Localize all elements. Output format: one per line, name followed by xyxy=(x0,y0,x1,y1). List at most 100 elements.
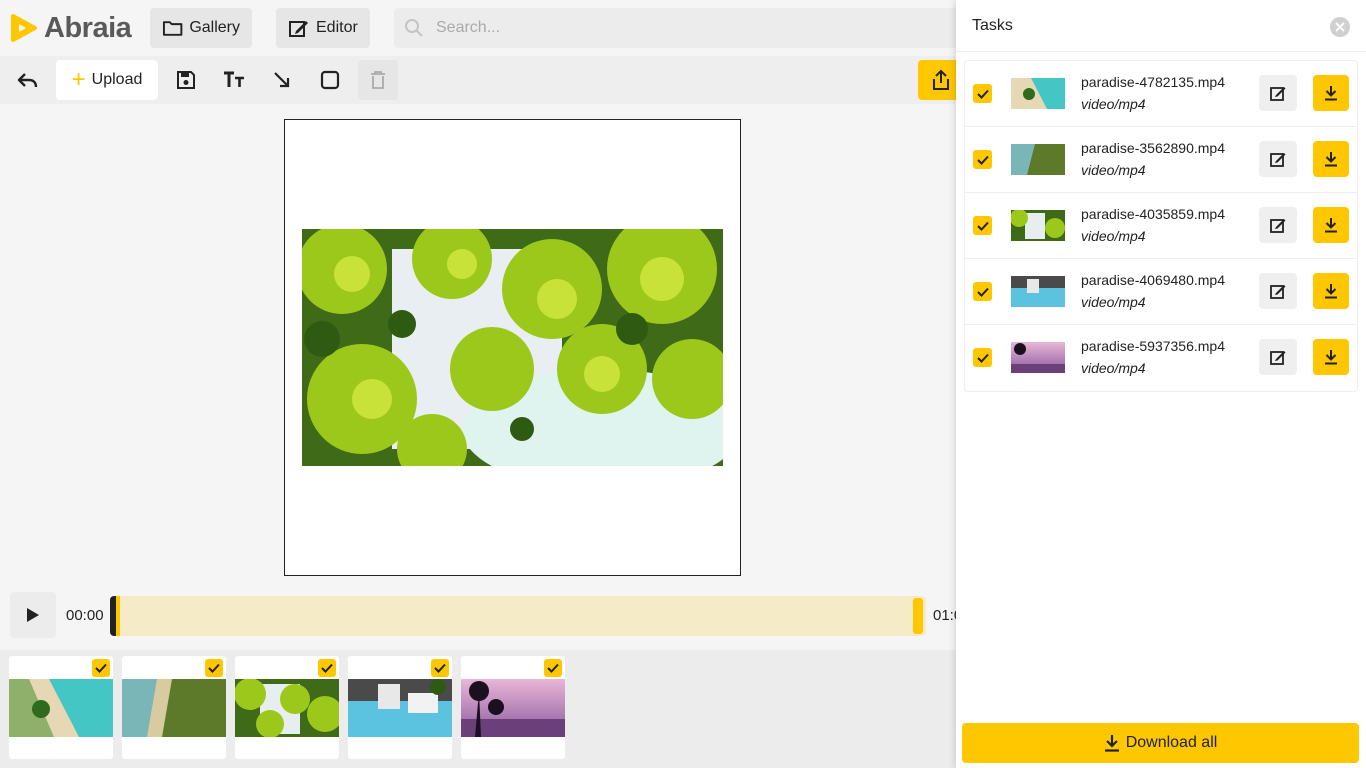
task-row: paradise-4035859.mp4 video/mp4 xyxy=(965,193,1357,259)
upload-button[interactable]: + Upload xyxy=(56,60,158,100)
task-checkbox[interactable] xyxy=(973,150,992,169)
timeline-track[interactable] xyxy=(110,596,926,636)
folder-icon xyxy=(162,21,183,36)
strip-thumb-4[interactable] xyxy=(348,656,452,759)
task-checkbox[interactable] xyxy=(973,84,992,103)
check-icon xyxy=(976,353,989,363)
undo-button[interactable] xyxy=(8,60,48,100)
task-filetype: video/mp4 xyxy=(1081,360,1146,376)
task-filetype: video/mp4 xyxy=(1081,96,1146,112)
close-panel-button[interactable] xyxy=(1330,17,1350,37)
download-all-button[interactable]: Download all xyxy=(962,723,1359,763)
search-icon xyxy=(405,19,423,37)
palms-thumbnail xyxy=(235,679,339,737)
task-checkbox[interactable] xyxy=(973,282,992,301)
download-icon xyxy=(1325,350,1337,365)
resort-thumbnail xyxy=(348,679,452,737)
task-filetype: video/mp4 xyxy=(1081,162,1146,178)
edit-task-button[interactable] xyxy=(1259,75,1297,111)
trim-end-handle[interactable] xyxy=(913,598,923,634)
edit-icon xyxy=(1270,87,1286,101)
strip-thumb-2[interactable] xyxy=(122,656,226,759)
task-filename: paradise-4069480.mp4 xyxy=(1081,272,1225,288)
download-icon xyxy=(1325,284,1337,299)
check-icon xyxy=(321,663,333,673)
download-task-button[interactable] xyxy=(1313,207,1349,243)
task-filename: paradise-4035859.mp4 xyxy=(1081,206,1225,222)
rectangle-icon xyxy=(320,70,340,90)
download-task-button[interactable] xyxy=(1313,273,1349,309)
search-placeholder: Search... xyxy=(436,19,501,36)
download-task-button[interactable] xyxy=(1313,75,1349,111)
play-button[interactable] xyxy=(10,592,56,638)
brand-logo[interactable]: Abraia xyxy=(10,11,132,44)
edit-task-button[interactable] xyxy=(1259,339,1297,375)
edit-task-button[interactable] xyxy=(1259,207,1297,243)
thumb-checkbox[interactable] xyxy=(431,659,449,677)
panel-title: Tasks xyxy=(972,17,1013,34)
video-frame-image[interactable] xyxy=(302,229,723,466)
edit-icon xyxy=(1270,351,1286,365)
download-task-button[interactable] xyxy=(1313,141,1349,177)
palms-thumbnail xyxy=(1011,210,1065,241)
task-checkbox[interactable] xyxy=(973,216,992,235)
editor-toolbar: + Upload xyxy=(0,56,956,104)
play-logo-icon xyxy=(11,14,37,42)
task-filetype: video/mp4 xyxy=(1081,294,1146,310)
task-row: paradise-4069480.mp4 video/mp4 xyxy=(965,259,1357,325)
edit-task-button[interactable] xyxy=(1259,273,1297,309)
task-filename: paradise-3562890.mp4 xyxy=(1081,140,1225,156)
trash-icon xyxy=(371,71,385,89)
check-icon xyxy=(95,663,107,673)
brand-name: Abraia xyxy=(44,11,132,44)
task-checkbox[interactable] xyxy=(973,348,992,367)
video-strip xyxy=(0,650,956,768)
trim-start-handle[interactable] xyxy=(110,596,120,636)
edit-icon xyxy=(289,21,308,37)
strip-thumb-1[interactable] xyxy=(9,656,113,759)
gallery-label: Gallery xyxy=(189,19,240,36)
beach-thumbnail xyxy=(9,679,113,737)
editor-button[interactable]: Editor xyxy=(276,8,370,48)
resort-thumbnail xyxy=(1011,276,1065,307)
thumb-checkbox[interactable] xyxy=(205,659,223,677)
timeline: 00:00 01:0 xyxy=(0,590,962,642)
upload-label: Upload xyxy=(91,71,143,88)
check-icon xyxy=(208,663,220,673)
strip-thumb-5[interactable] xyxy=(461,656,565,759)
download-task-button[interactable] xyxy=(1313,339,1349,375)
search-input[interactable]: Search... xyxy=(394,8,994,48)
edit-icon xyxy=(1270,285,1286,299)
strip-thumb-3[interactable] xyxy=(235,656,339,759)
delete-button[interactable] xyxy=(358,60,398,100)
editor-canvas[interactable] xyxy=(284,119,741,576)
play-icon xyxy=(27,608,39,622)
text-icon xyxy=(224,71,244,87)
download-icon xyxy=(1104,735,1119,752)
check-icon xyxy=(976,287,989,297)
task-row: paradise-5937356.mp4 video/mp4 xyxy=(965,325,1357,391)
gallery-button[interactable]: Gallery xyxy=(150,8,252,48)
thumb-checkbox[interactable] xyxy=(92,659,110,677)
tasks-panel: Tasks paradise-4782135.mp4 video/mp4 par… xyxy=(956,0,1366,768)
editor-label: Editor xyxy=(316,19,358,36)
edit-icon xyxy=(1270,153,1286,167)
coast-thumbnail xyxy=(122,679,226,737)
check-icon xyxy=(976,155,989,165)
text-tool-button[interactable] xyxy=(214,60,254,100)
thumb-checkbox[interactable] xyxy=(544,659,562,677)
edit-task-button[interactable] xyxy=(1259,141,1297,177)
start-time: 00:00 xyxy=(66,607,104,624)
panel-divider xyxy=(956,51,1366,52)
thumb-checkbox[interactable] xyxy=(318,659,336,677)
arrow-tool-button[interactable] xyxy=(262,60,302,100)
check-icon xyxy=(547,663,559,673)
save-button[interactable] xyxy=(166,60,206,100)
coast-thumbnail xyxy=(1011,144,1065,175)
edit-icon xyxy=(1270,219,1286,233)
beach-thumbnail xyxy=(1011,78,1065,109)
sunset-thumbnail xyxy=(461,679,565,737)
download-icon xyxy=(1325,218,1337,233)
rectangle-tool-button[interactable] xyxy=(310,60,350,100)
download-icon xyxy=(1325,86,1337,101)
